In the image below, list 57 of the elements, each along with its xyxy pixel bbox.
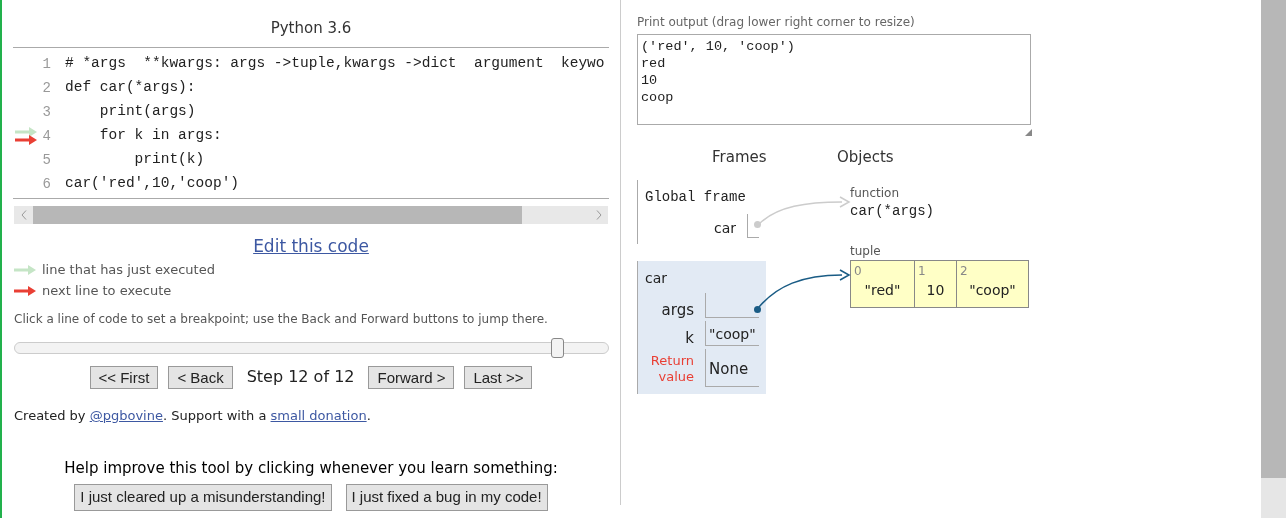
code-line[interactable]: def car(*args):	[65, 77, 196, 99]
variable-name: car	[712, 219, 736, 238]
tuple-value: "coop"	[969, 281, 1016, 300]
code-line[interactable]: print(k)	[65, 149, 205, 171]
function-object: car(*args)	[850, 202, 934, 221]
last-button[interactable]: Last >>	[464, 365, 533, 389]
first-button[interactable]: << First	[89, 365, 159, 389]
edit-code-link[interactable]: Edit this code	[253, 236, 369, 256]
variable-name: k	[684, 328, 694, 349]
line-number: 2	[41, 78, 51, 98]
help-text: Help improve this tool by clicking whenever you learn something:	[63, 457, 559, 479]
legend-text: line that has just executed	[42, 261, 215, 280]
tuple-value: 10	[926, 281, 945, 300]
arrow-icon	[14, 265, 36, 275]
frame-title: Global frame	[645, 188, 746, 207]
slider-thumb[interactable]	[550, 338, 564, 358]
step-counter: Step 12 of 12	[245, 366, 356, 388]
tuple-value: "red"	[864, 281, 901, 300]
editor-title: Python 3.6	[269, 18, 353, 39]
objects-heading: Objects	[837, 147, 894, 168]
bug-fixed-button[interactable]: I just fixed a bug in my code!	[345, 484, 548, 511]
code-line[interactable]: car('red',10,'coop')	[65, 173, 240, 195]
author-link[interactable]: @pgbovine	[89, 408, 163, 423]
tuple-index: 1	[918, 263, 926, 280]
arrow-icon	[14, 286, 36, 296]
object-type-label: tuple	[850, 243, 881, 260]
variable-name: args	[660, 300, 694, 321]
variable-value: "coop"	[705, 321, 759, 346]
scrollbar[interactable]	[1261, 0, 1286, 518]
code-line[interactable]: for k in args:	[65, 125, 222, 147]
donation-link[interactable]: small donation	[270, 408, 367, 423]
credits-text: Created by @pgbovine. Support with a small donation.	[14, 407, 372, 425]
line-number: 4	[41, 126, 51, 146]
print-output: ('red', 10, 'coop') red 10 coop	[637, 34, 1031, 125]
output-label: Print output (drag lower right corner to resize)	[637, 14, 916, 31]
forward-button[interactable]: Forward >	[368, 365, 455, 389]
tuple-index: 2	[960, 263, 968, 280]
object-type-label: function	[850, 185, 900, 202]
tuple-index: 0	[854, 263, 862, 280]
line-number: 1	[41, 54, 51, 74]
line-number: 6	[41, 174, 51, 194]
return-label: Return value	[649, 353, 694, 385]
return-value: None	[705, 349, 759, 387]
legend-text: next line to execute	[42, 282, 172, 301]
horizontal-scrollbar[interactable]	[14, 206, 608, 224]
code-line[interactable]: print(args)	[65, 101, 196, 123]
misunderstanding-button[interactable]: I just cleared up a misunderstanding!	[74, 484, 332, 511]
frames-heading: Frames	[712, 147, 767, 168]
line-number: 3	[41, 102, 51, 122]
scroll-left-icon[interactable]	[20, 210, 27, 220]
breakpoint-hint: Click a line of code to set a breakpoint; use the Back and Forward buttons to jump there.	[14, 311, 549, 328]
scroll-right-icon[interactable]	[595, 210, 602, 220]
resize-grip-icon[interactable]	[1025, 129, 1032, 136]
line-number: 5	[41, 150, 51, 170]
code-line[interactable]: # *args **kwargs: args ->tuple,kwargs ->dict argument keywo	[65, 53, 605, 75]
back-button[interactable]: < Back	[168, 365, 233, 389]
frame-title: car	[645, 269, 668, 288]
